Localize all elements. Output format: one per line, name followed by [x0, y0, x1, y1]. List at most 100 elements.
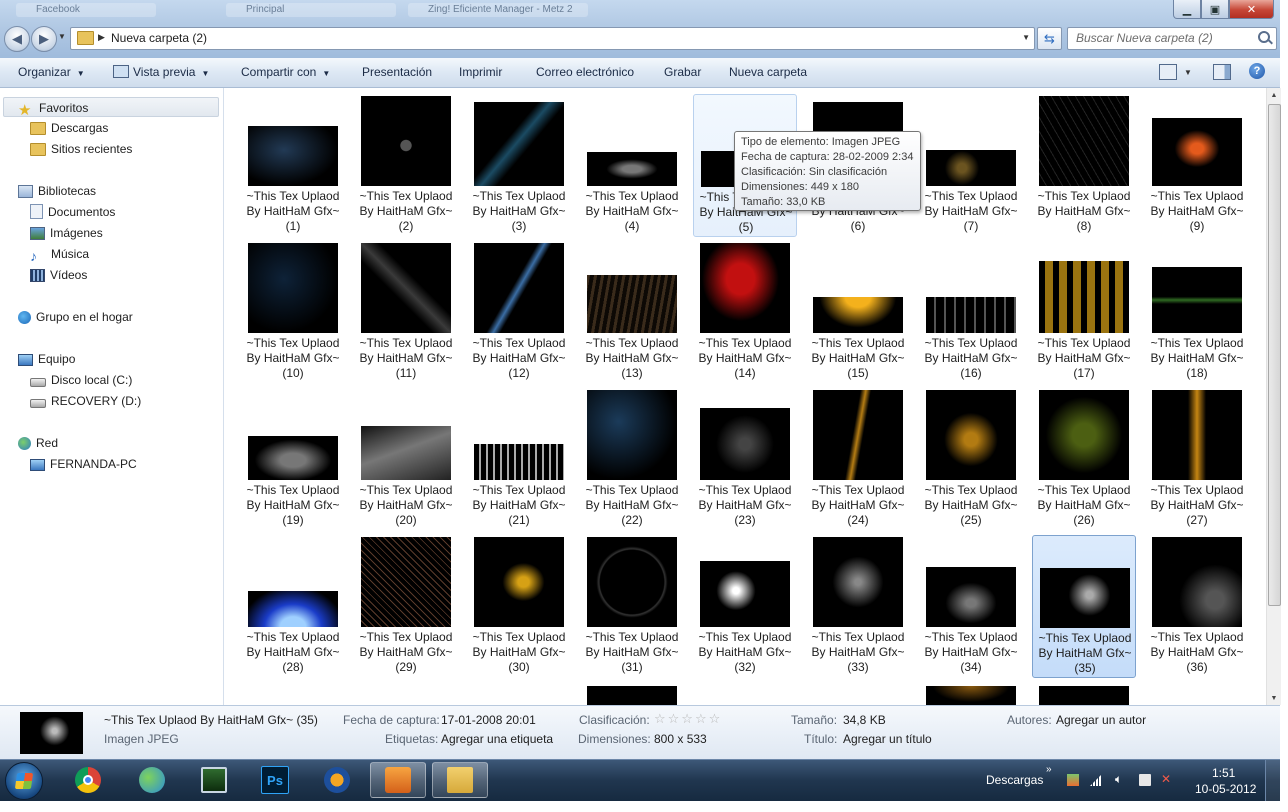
breadcrumb-chevron-icon[interactable]: ▶ [98, 32, 105, 43]
file-item[interactable]: ~This Tex Uplaod By HaitHaM Gfx~ (26) [1032, 388, 1136, 531]
file-item[interactable]: ~This Tex Uplaod By HaitHaM Gfx~ (28) [241, 535, 345, 678]
file-item[interactable]: ~This Tex Uplaod By HaitHaM Gfx~ (33) [806, 535, 910, 678]
preview-menu[interactable]: Vista previa ▼ [133, 65, 209, 79]
rating-stars[interactable]: ☆☆☆☆☆ [654, 711, 722, 727]
new-folder-button[interactable]: Nueva carpeta [729, 65, 807, 79]
start-button[interactable] [5, 762, 43, 800]
tags-value[interactable]: Agregar una etiqueta [441, 732, 553, 746]
file-item[interactable]: ~This Tex Uplaod By HaitHaM Gfx~ (17) [1032, 241, 1136, 384]
file-item[interactable]: ~This Tex Uplaod By HaitHaM Gfx~ (30) [467, 535, 571, 678]
search-box[interactable]: Buscar Nueva carpeta (2) [1067, 27, 1277, 50]
sidebar-item-videos[interactable]: Vídeos [30, 265, 87, 285]
sidebar-item-recovery[interactable]: RECOVERY (D:) [30, 391, 141, 411]
tray-downloads-toolbar[interactable]: Descargas [986, 773, 1043, 787]
file-item[interactable]: ~This Tex Uplaod By HaitHaM Gfx~ (8) [1032, 94, 1136, 237]
file-item[interactable]: ~This Tex Uplaod By HaitHaM Gfx~ (20) [354, 388, 458, 531]
file-item[interactable]: ~This Tex Uplaod By HaitHaM Gfx~ (25) [919, 388, 1023, 531]
date-value[interactable]: 17-01-2008 20:01 [441, 713, 536, 727]
file-item[interactable]: ~This Tex Uplaod By HaitHaM Gfx~ (31) [580, 535, 684, 678]
forward-button[interactable]: ▶ [31, 26, 57, 52]
help-icon[interactable]: ? [1249, 63, 1265, 79]
file-item[interactable]: ~This Tex Uplaod By HaitHaM Gfx~ (34) [919, 535, 1023, 678]
taskbar-explorer[interactable] [432, 762, 488, 798]
sidebar-item-network[interactable]: Red [18, 433, 58, 453]
tray-app-icon[interactable] [1067, 774, 1079, 786]
sidebar-item-recent[interactable]: Sitios recientes [30, 139, 132, 159]
file-item[interactable]: ~This Tex Uplaod By HaitHaM Gfx~ (19) [241, 388, 345, 531]
file-item[interactable]: ~This Tex Uplaod By HaitHaM Gfx~ (22) [580, 388, 684, 531]
file-item[interactable]: ~This Tex Uplaod By HaitHaM Gfx~ (29) [354, 535, 458, 678]
clock-date[interactable]: 10-05-2012 [1195, 782, 1256, 796]
breadcrumb-current-folder[interactable]: Nueva carpeta (2) [111, 31, 207, 45]
file-item[interactable]: ~This Tex Uplaod By HaitHaM Gfx~ (2) [354, 94, 458, 237]
file-item[interactable]: ~This Tex Uplaod By HaitHaM Gfx~ (15) [806, 241, 910, 384]
burn-button[interactable]: Grabar [664, 65, 701, 79]
search-placeholder[interactable]: Buscar Nueva carpeta (2) [1076, 31, 1213, 45]
sidebar-item-documents[interactable]: Documentos [30, 202, 115, 222]
minimize-button[interactable]: ▁ [1173, 0, 1201, 19]
action-center-icon[interactable] [1139, 774, 1151, 786]
taskbar-media-player[interactable] [370, 762, 426, 798]
image-thumbnail[interactable] [1039, 686, 1129, 705]
close-button[interactable]: ✕ [1229, 0, 1274, 19]
image-thumbnail[interactable] [587, 686, 677, 705]
file-item[interactable]: ~This Tex Uplaod By HaitHaM Gfx~ (36) [1145, 535, 1249, 678]
title-value[interactable]: Agregar un título [843, 732, 932, 746]
maximize-button[interactable]: ▣ [1201, 0, 1229, 19]
sidebar-item-local-disk[interactable]: Disco local (C:) [30, 370, 132, 390]
file-item[interactable]: ~This Tex Uplaod By HaitHaM Gfx~ (21) [467, 388, 571, 531]
signal-icon[interactable] [1090, 774, 1102, 786]
file-item[interactable]: ~This Tex Uplaod By HaitHaM Gfx~ (24) [806, 388, 910, 531]
file-item[interactable]: ~This Tex Uplaod By HaitHaM Gfx~ (14) [693, 241, 797, 384]
print-button[interactable]: Imprimir [459, 65, 502, 79]
tray-expand-icon[interactable]: » [1046, 764, 1052, 775]
views-dropdown-icon[interactable]: ▼ [1184, 68, 1192, 77]
scrollbar-thumb[interactable] [1268, 104, 1281, 606]
file-item[interactable]: ~This Tex Uplaod By HaitHaM Gfx~ (32) [693, 535, 797, 678]
file-item[interactable]: ~This Tex Uplaod By HaitHaM Gfx~ (23) [693, 388, 797, 531]
image-thumbnail[interactable] [926, 686, 1016, 705]
taskbar-messenger[interactable] [124, 762, 180, 798]
recent-pages-dropdown[interactable]: ▼ [58, 32, 66, 41]
taskbar-avast[interactable] [309, 762, 365, 798]
sidebar-item-favorites[interactable]: ★ Favoritos [3, 97, 219, 118]
file-item[interactable]: ~This Tex Uplaod By HaitHaM Gfx~ (12) [467, 241, 571, 384]
taskbar-presentation[interactable] [186, 762, 242, 798]
change-view-icon[interactable] [1159, 64, 1177, 80]
file-item[interactable]: ~This Tex Uplaod By HaitHaM Gfx~ (7) [919, 94, 1023, 237]
back-button[interactable]: ◀ [4, 26, 30, 52]
volume-icon[interactable]: 🔈︎ [1115, 772, 1122, 787]
share-menu[interactable]: Compartir con ▼ [241, 65, 330, 79]
preview-pane-icon[interactable] [1213, 64, 1231, 80]
address-dropdown-icon[interactable]: ▼ [1022, 33, 1030, 42]
network-warning-icon[interactable]: ✕ [1161, 772, 1171, 786]
sidebar-item-images[interactable]: Imágenes [30, 223, 103, 243]
vertical-scrollbar[interactable]: ▲ ▼ [1266, 88, 1281, 705]
slideshow-button[interactable]: Presentación [362, 65, 432, 79]
file-item[interactable]: ~This Tex Uplaod By HaitHaM Gfx~ (27) [1145, 388, 1249, 531]
taskbar-chrome[interactable] [60, 762, 116, 798]
taskbar-photoshop[interactable]: Ps [247, 762, 303, 798]
scroll-down-icon[interactable]: ▼ [1267, 691, 1281, 705]
file-item[interactable]: ~This Tex Uplaod By HaitHaM Gfx~ (35) [1032, 535, 1136, 678]
sidebar-item-computer[interactable]: Equipo [18, 349, 75, 369]
email-button[interactable]: Correo electrónico [536, 65, 634, 79]
address-bar[interactable]: ▶ Nueva carpeta (2) ▼ [70, 27, 1035, 50]
sidebar-item-homegroup[interactable]: Grupo en el hogar [18, 307, 133, 327]
file-item[interactable]: ~This Tex Uplaod By HaitHaM Gfx~ (3) [467, 94, 571, 237]
file-item[interactable]: ~This Tex Uplaod By HaitHaM Gfx~ (11) [354, 241, 458, 384]
sidebar-item-libraries[interactable]: Bibliotecas [18, 181, 96, 201]
sidebar-item-music[interactable]: ♪ Música [30, 244, 89, 264]
file-item[interactable]: ~This Tex Uplaod By HaitHaM Gfx~ (9) [1145, 94, 1249, 237]
clock-time[interactable]: 1:51 [1212, 766, 1235, 780]
file-item[interactable]: ~This Tex Uplaod By HaitHaM Gfx~ (16) [919, 241, 1023, 384]
file-item[interactable]: ~This Tex Uplaod By HaitHaM Gfx~ (4) [580, 94, 684, 237]
file-item[interactable]: ~This Tex Uplaod By HaitHaM Gfx~ (18) [1145, 241, 1249, 384]
file-item[interactable]: ~This Tex Uplaod By HaitHaM Gfx~ (13) [580, 241, 684, 384]
sidebar-item-downloads[interactable]: Descargas [30, 118, 108, 138]
file-item[interactable]: ~This Tex Uplaod By HaitHaM Gfx~ (10) [241, 241, 345, 384]
refresh-button[interactable]: ⇆ [1037, 27, 1062, 50]
organize-menu[interactable]: Organizar ▼ [18, 65, 85, 79]
scroll-up-icon[interactable]: ▲ [1267, 88, 1281, 102]
show-desktop-button[interactable] [1265, 760, 1280, 801]
